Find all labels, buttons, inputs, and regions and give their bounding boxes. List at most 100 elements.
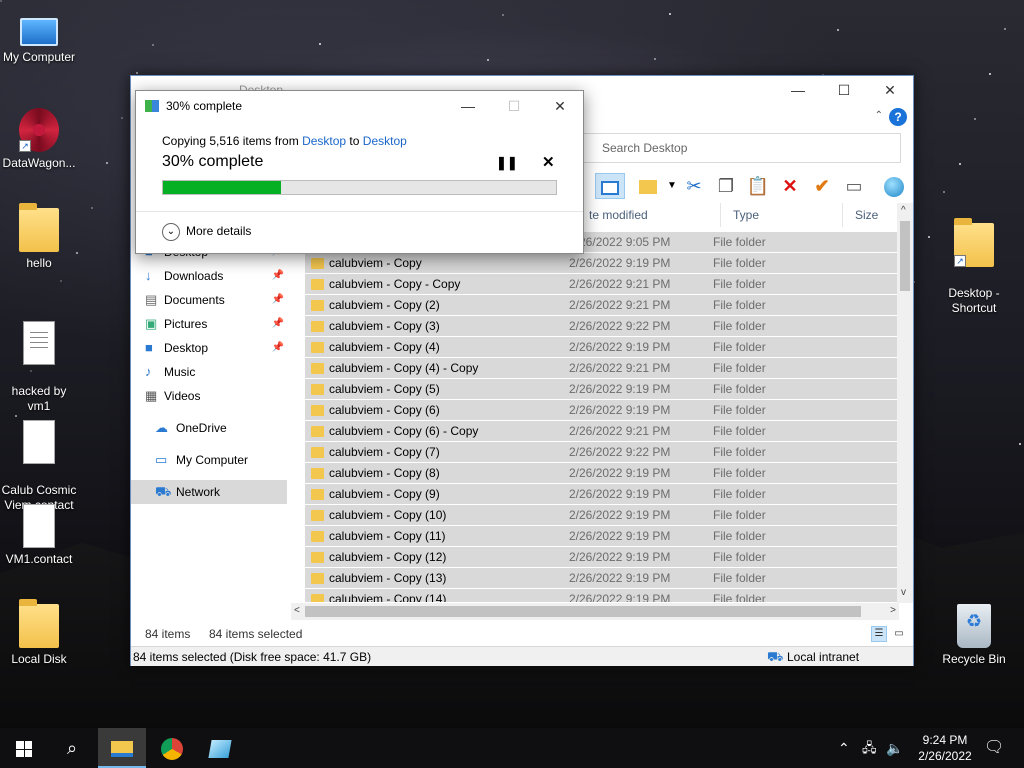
nav-item-music[interactable]: ♪ Music xyxy=(131,360,287,384)
file-row[interactable]: calubviem - Copy (6) - Copy 2/26/2022 9:2… xyxy=(305,421,897,442)
nav-item-onedrive[interactable]: ☁ OneDrive xyxy=(131,416,287,440)
scroll-up-icon[interactable]: ^ xyxy=(901,205,906,216)
nav-item-documents[interactable]: ▤ Documents 📌 xyxy=(131,288,287,312)
star xyxy=(928,236,930,238)
file-row[interactable]: calubviem - Copy (9) 2/26/2022 9:19 PM Fil… xyxy=(305,484,897,505)
star xyxy=(0,0,2,2)
minimize-button[interactable]: — xyxy=(775,76,821,104)
file-row[interactable]: calubviem - Copy (13) 2/26/2022 9:19 PM Fi… xyxy=(305,568,897,589)
file-explorer-taskbar-icon[interactable] xyxy=(98,728,146,768)
nav-item-videos[interactable]: ▦ Videos xyxy=(131,384,287,408)
intranet-icon: ⛟ xyxy=(767,649,784,664)
file-row[interactable]: calubviem - Copy (3) 2/26/2022 9:22 PM Fil… xyxy=(305,316,897,337)
file-row[interactable]: calubviem - Copy (7) 2/26/2022 9:22 PM Fil… xyxy=(305,442,897,463)
source-link[interactable]: Desktop xyxy=(302,134,346,148)
volume-icon[interactable]: 🔈 xyxy=(886,728,903,768)
rename-icon[interactable]: ▭ xyxy=(841,173,867,199)
nav-item-downloads[interactable]: ↓ Downloads 📌 xyxy=(131,264,287,288)
cancel-icon[interactable]: ✕ xyxy=(542,153,555,171)
file-row[interactable]: calubviem - Copy (6) 2/26/2022 9:19 PM Fil… xyxy=(305,400,897,421)
desktop-icon-desktop-shortcut[interactable]: ↗ Desktop - Shortcut xyxy=(935,208,1013,331)
close-button[interactable]: ✕ xyxy=(867,76,913,104)
notifications-icon[interactable]: 🗨 xyxy=(984,728,1004,768)
search-input[interactable]: Search Desktop xyxy=(583,133,901,163)
desktop-icon: ■ xyxy=(145,340,153,355)
search-icon[interactable]: ⌕ xyxy=(48,728,96,768)
network-icon: ⛟ xyxy=(155,484,172,499)
clock[interactable]: 9:24 PM 2/26/2022 xyxy=(910,732,980,764)
horizontal-scrollbar[interactable]: < > xyxy=(291,603,899,620)
desktop-icon-local-disk[interactable]: Local Disk xyxy=(0,599,78,667)
nav-item-label: Pictures xyxy=(164,317,208,331)
pause-icon[interactable]: ❚❚ xyxy=(496,155,518,171)
pin-icon: 📌 xyxy=(271,294,284,305)
details-view-icon[interactable]: ☰ xyxy=(871,626,887,642)
folder-icon xyxy=(311,405,324,416)
minimize-button[interactable]: — xyxy=(445,93,491,119)
close-button[interactable]: ✕ xyxy=(537,93,583,119)
copy-icon xyxy=(145,100,159,112)
destination-link[interactable]: Desktop xyxy=(363,134,407,148)
column-date-modified[interactable]: te modified xyxy=(581,203,721,227)
desktop-icon-hello[interactable]: hello xyxy=(0,203,78,271)
folder-icon xyxy=(311,447,324,458)
more-details-label: More details xyxy=(186,224,252,239)
checkmark-icon[interactable]: ✔ xyxy=(809,173,835,199)
more-details-button[interactable]: ⌄ More details xyxy=(162,223,251,241)
cut-icon[interactable]: ✂ xyxy=(681,173,707,199)
scroll-right-icon[interactable]: > xyxy=(890,605,896,616)
maximize-button[interactable]: ☐ xyxy=(821,76,867,104)
show-hidden-icons-icon[interactable]: ⌃ xyxy=(838,728,850,768)
file-name: calubviem - Copy (6) - Copy xyxy=(329,424,479,438)
desktop-icon-vm1-contact[interactable]: VM1.contact xyxy=(0,504,78,567)
desktop-icon-recycle-bin[interactable]: Recycle Bin xyxy=(935,604,1013,667)
chrome-icon[interactable] xyxy=(148,728,196,768)
file-row[interactable]: calubviem - Copy (10) 2/26/2022 9:19 PM Fi… xyxy=(305,505,897,526)
nav-item-pictures[interactable]: ▣ Pictures 📌 xyxy=(131,312,287,336)
new-folder-icon[interactable] xyxy=(635,173,661,199)
start-button[interactable] xyxy=(0,728,48,768)
column-size[interactable]: Size xyxy=(847,203,901,227)
desktop-icon-my-computer[interactable]: My Computer xyxy=(0,10,78,65)
star xyxy=(1004,28,1006,30)
star xyxy=(319,43,321,45)
file-row[interactable]: calubviem - Copy (4) - Copy 2/26/2022 9:2… xyxy=(305,358,897,379)
file-row[interactable]: calubviem - Copy (12) 2/26/2022 9:19 PM Fi… xyxy=(305,547,897,568)
globe-icon[interactable] xyxy=(881,173,907,199)
file-row[interactable]: calubviem - Copy (8) 2/26/2022 9:19 PM Fil… xyxy=(305,463,897,484)
file-type: File folder xyxy=(713,592,766,602)
file-row[interactable]: calubviem - Copy - Copy 2/26/2022 9:21 PM… xyxy=(305,274,897,295)
file-row[interactable]: calubviem - Copy 2/26/2022 9:19 PM File fo… xyxy=(305,253,897,274)
file-row[interactable]: calubviem - Copy (2) 2/26/2022 9:21 PM Fil… xyxy=(305,295,897,316)
scroll-down-icon[interactable]: v xyxy=(901,587,906,598)
scroll-left-icon[interactable]: < xyxy=(294,605,300,616)
help-icon[interactable]: ? xyxy=(889,108,907,126)
file-row[interactable]: calubviem - Copy (4) 2/26/2022 9:19 PM Fil… xyxy=(305,337,897,358)
app-taskbar-icon[interactable] xyxy=(196,728,244,768)
file-date: 2/26/2022 9:21 PM xyxy=(569,277,671,291)
paste-icon[interactable]: 📋 xyxy=(745,173,771,199)
file-row[interactable]: calubviem - Copy (11) 2/26/2022 9:19 PM Fi… xyxy=(305,526,897,547)
scroll-thumb[interactable] xyxy=(305,606,861,617)
folder-icon xyxy=(311,426,324,437)
column-type[interactable]: Type xyxy=(725,203,843,227)
file-row[interactable]: calubviem - Copy (5) 2/26/2022 9:19 PM Fil… xyxy=(305,379,897,400)
nav-item-desktop[interactable]: ■ Desktop 📌 xyxy=(131,336,287,360)
desktop-icon-datawagon[interactable]: ↗ DataWagon... xyxy=(0,108,78,171)
divider xyxy=(136,211,583,212)
copy-icon[interactable]: ❐ xyxy=(713,173,739,199)
preview-pane-icon[interactable] xyxy=(595,173,625,199)
taskbar: ⌕ ⌃ 🖧 🔈 9:24 PM 2/26/2022 🗨 xyxy=(0,728,1024,768)
scroll-thumb[interactable] xyxy=(900,221,910,291)
network-icon[interactable]: 🖧 xyxy=(862,728,877,768)
desktop-icon-label: My Computer xyxy=(2,50,76,64)
file-row[interactable]: calubviem - Copy (14) 2/26/2022 9:19 PM Fi… xyxy=(305,589,897,602)
collapse-ribbon-icon[interactable]: ⌃ xyxy=(875,110,883,121)
file-date: 2/26/2022 9:19 PM xyxy=(569,529,671,543)
vertical-scrollbar[interactable]: ^ v xyxy=(897,203,913,603)
large-icons-view-icon[interactable]: ▭ xyxy=(891,626,907,642)
nav-item-network[interactable]: ⛟ Network xyxy=(131,480,287,504)
nav-item-my-computer[interactable]: ▭ My Computer xyxy=(131,448,287,472)
star xyxy=(989,73,991,75)
delete-icon[interactable]: ✕ xyxy=(777,173,803,199)
